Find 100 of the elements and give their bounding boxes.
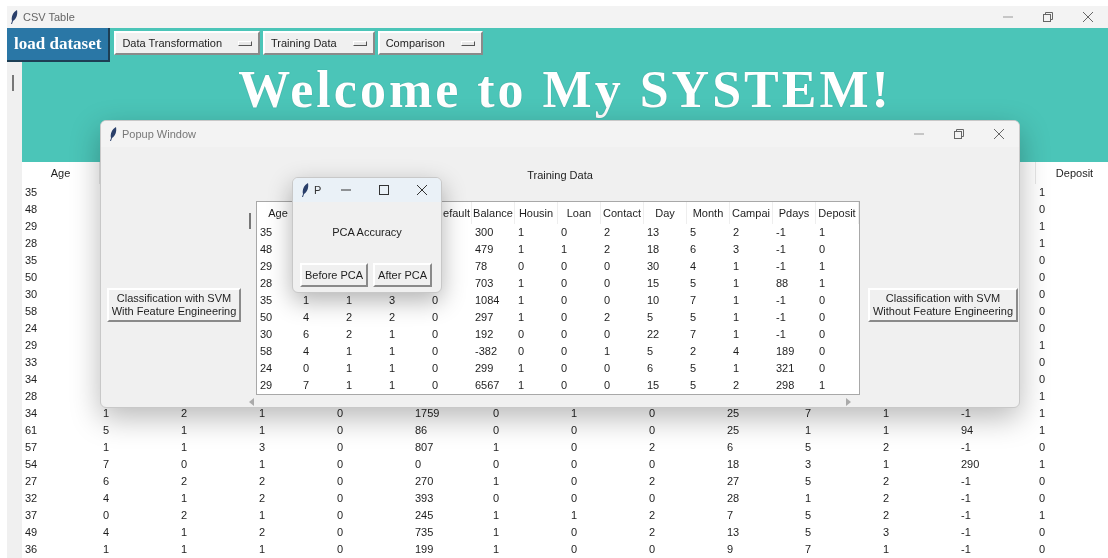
table-cell-text: 4 xyxy=(302,310,311,325)
load-button[interactable]: load dataset xyxy=(7,28,111,62)
classify-button[interactable]: Classification with SVM Without Feature Engineering xyxy=(868,287,1018,323)
table-cell-text: 300 xyxy=(474,225,495,240)
menu-button[interactable]: Training Data xyxy=(263,31,375,55)
table-cell-text: 3 xyxy=(258,440,267,455)
column-header[interactable]: Balance xyxy=(473,207,513,219)
table-cell-text: 2 xyxy=(648,440,657,455)
column-header[interactable]: Contact xyxy=(603,207,641,219)
table-cell-text: 1 xyxy=(180,542,189,557)
scroll-thumb[interactable] xyxy=(249,213,251,229)
column-header[interactable]: Loan xyxy=(566,207,592,219)
table-cell-text: 1 xyxy=(732,310,741,325)
table-cell-text: 30 xyxy=(646,259,661,274)
table-cell-text: 30 xyxy=(259,327,274,342)
close-icon[interactable] xyxy=(1083,12,1093,22)
table-cell-text: 0 xyxy=(336,440,345,455)
indicator-icon xyxy=(352,40,367,46)
table-cell-text: 3 xyxy=(388,293,397,308)
close-icon[interactable] xyxy=(417,185,427,195)
table-cell-text: 0 xyxy=(336,457,345,472)
table-cell-text: 2 xyxy=(689,344,698,359)
table-cell-text: 0 xyxy=(603,361,612,376)
table-cell-text: 1 xyxy=(258,423,267,438)
column-header[interactable]: Housin xyxy=(518,207,554,219)
table-cell-text: 1 xyxy=(102,440,111,455)
table-cell-text: 0 xyxy=(517,259,526,274)
table-cell-text: 1 xyxy=(818,225,827,240)
table-cell-text: 24 xyxy=(24,321,39,336)
table-cell-text: 0 xyxy=(492,423,501,438)
table-cell-text: 4 xyxy=(689,259,698,274)
feather-icon xyxy=(109,127,117,141)
table-cell-text: 6 xyxy=(102,474,111,489)
table-cell-text: 0 xyxy=(336,423,345,438)
feather-icon xyxy=(301,183,309,197)
table-cell-text: 34 xyxy=(24,406,39,421)
restore-icon[interactable] xyxy=(1043,12,1053,22)
table-cell-text: 1 xyxy=(258,457,267,472)
table-cell-text: 32 xyxy=(24,491,39,506)
column-header[interactable]: Deposit xyxy=(1036,162,1108,184)
table-cell-text: 2 xyxy=(603,225,612,240)
table-cell-text: 37 xyxy=(24,508,39,523)
table-cell-text: 5 xyxy=(689,225,698,240)
table-cell-text: 5 xyxy=(804,440,813,455)
table-cell-text: 2 xyxy=(732,378,741,393)
table-cell-text: 0 xyxy=(1038,542,1047,557)
table-cell-text: 1 xyxy=(1038,236,1047,251)
table-cell-text: 1 xyxy=(732,276,741,291)
table-cell-text: 29 xyxy=(259,378,274,393)
close-icon[interactable] xyxy=(994,129,1004,139)
table-cell-text: 1 xyxy=(1038,457,1047,472)
table-cell-text: 0 xyxy=(560,327,569,342)
scroll-left-icon[interactable] xyxy=(249,397,254,406)
menu-button[interactable]: Comparison xyxy=(377,31,483,55)
column-header[interactable]: Age xyxy=(268,207,288,219)
table-cell-text: 24 xyxy=(259,361,274,376)
table-cell-text: 1 xyxy=(517,310,526,325)
table-cell-text: 35 xyxy=(24,253,39,268)
table-cell-text: 4 xyxy=(732,344,741,359)
table-cell-text: -1 xyxy=(960,525,972,540)
pca-button[interactable]: Before PCA xyxy=(300,262,369,287)
table-cell-text: 0 xyxy=(1038,491,1047,506)
table-cell-text: 0 xyxy=(431,344,440,359)
table-cell-text: 1 xyxy=(180,525,189,540)
menu-button[interactable]: Data Transformation xyxy=(114,31,261,55)
table-cell-text: 5 xyxy=(689,361,698,376)
table-cell-text: 0 xyxy=(431,310,440,325)
pca-button[interactable]: After PCA xyxy=(373,262,432,287)
table-cell-text: 0 xyxy=(1038,355,1047,370)
table-cell-text: 27 xyxy=(24,474,39,489)
restore-icon[interactable] xyxy=(954,129,964,139)
column-header[interactable]: Day xyxy=(655,207,675,219)
table-cell-text: -382 xyxy=(474,344,499,359)
table-cell-text: 1 xyxy=(388,344,397,359)
column-header[interactable]: Campai xyxy=(732,207,770,219)
table-cell-text: 4 xyxy=(302,344,311,359)
table-cell-text: 9 xyxy=(726,542,735,557)
table-cell-text: 0 xyxy=(570,423,579,438)
table-cell-text: 0 xyxy=(1038,270,1047,285)
table-cell-text: 3 xyxy=(804,457,813,472)
classify-button[interactable]: Classification with SVM With Feature Engineering xyxy=(106,287,242,323)
table-cell-text: -1 xyxy=(775,327,787,342)
column-header[interactable]: efault xyxy=(443,207,470,219)
table-cell-text: 1 xyxy=(732,361,741,376)
table-cell-text: 29 xyxy=(24,338,39,353)
table-cell-text: 36 xyxy=(24,542,39,557)
table-cell-text: 0 xyxy=(648,423,657,438)
column-header[interactable]: Month xyxy=(692,207,724,219)
table-cell-text: 1 xyxy=(1038,338,1047,353)
maximize-icon[interactable] xyxy=(379,185,389,195)
table-cell-text: -1 xyxy=(960,508,972,523)
column-header[interactable]: Deposit xyxy=(818,207,856,219)
table-cell-text: 86 xyxy=(414,423,429,438)
table-cell-text: 321 xyxy=(775,361,796,376)
column-header[interactable]: Pdays xyxy=(778,207,810,219)
table-cell-text: 1 xyxy=(1038,406,1047,421)
feather-icon xyxy=(10,10,18,24)
dialog-label: PCA Accuracy xyxy=(331,225,403,240)
scroll-thumb[interactable] xyxy=(12,75,14,91)
scroll-right-icon[interactable] xyxy=(846,397,851,406)
